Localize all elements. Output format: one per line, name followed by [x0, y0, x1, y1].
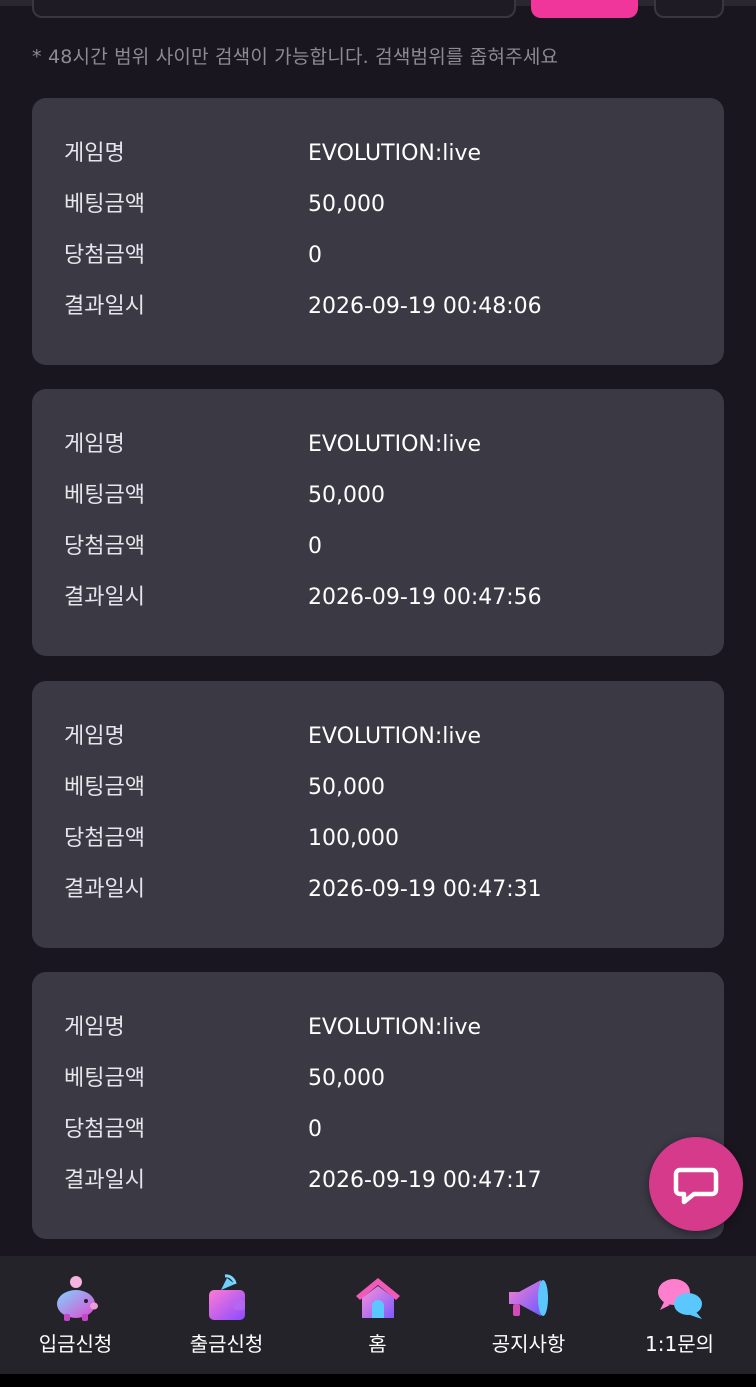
chat-button[interactable]	[649, 1137, 743, 1231]
chat-bubbles-icon	[657, 1279, 702, 1319]
time-label: 결과일시	[64, 585, 145, 610]
bet-label: 베팅금액	[64, 483, 145, 508]
nav-item-notice[interactable]: 공지사항	[453, 1256, 604, 1374]
time-value: 2026-09-19 00:47:17	[308, 1168, 542, 1193]
time-value: 2026-09-19 00:48:06	[308, 294, 542, 319]
home-icon	[355, 1278, 400, 1318]
time-label: 결과일시	[64, 1168, 145, 1193]
chat-icon	[673, 1167, 719, 1205]
bet-label: 베팅금액	[64, 192, 145, 217]
nav-item-withdraw[interactable]: 출금신청	[151, 1256, 302, 1374]
win-label: 당첨금액	[64, 534, 145, 559]
nav-item-inquiry[interactable]: 1:1문의	[604, 1256, 755, 1374]
bet-value: 50,000	[308, 483, 385, 508]
bet-value: 50,000	[308, 1066, 385, 1091]
game-value: EVOLUTION:live	[308, 1015, 482, 1040]
search-button[interactable]	[531, 0, 638, 18]
bet-value: 50,000	[308, 775, 385, 800]
game-value: EVOLUTION:live	[308, 432, 482, 457]
time-value: 2026-09-19 00:47:31	[308, 877, 542, 902]
megaphone-icon	[508, 1280, 548, 1316]
win-value: 0	[308, 534, 322, 559]
bet-history-card: 게임명 EVOLUTION:live 베팅금액 50,000 당첨금액 0 결과일시 2…	[32, 98, 724, 365]
bet-history-card: 게임명 EVOLUTION:live 베팅금액 50,000 당첨금액 0 결과일시 2…	[32, 972, 724, 1239]
search-input[interactable]	[32, 0, 516, 18]
bet-value: 50,000	[308, 192, 385, 217]
bottom-edge	[0, 1374, 756, 1387]
nav-label: 1:1문의	[645, 1332, 714, 1356]
nav-label: 홈	[368, 1332, 387, 1356]
search-range-notice: * 48시간 범위 사이만 검색이 가능합니다. 검색범위를 좁혀주세요	[32, 46, 559, 68]
win-label: 당첨금액	[64, 243, 145, 268]
reset-button[interactable]	[654, 0, 724, 18]
game-label: 게임명	[64, 141, 125, 166]
bet-label: 베팅금액	[64, 775, 145, 800]
nav-item-home[interactable]: 홈	[302, 1256, 453, 1374]
bottom-nav: 입금신청 출금신청 홈 공지사항 1:1문의	[0, 1256, 756, 1374]
win-value: 0	[308, 1117, 322, 1142]
time-label: 결과일시	[64, 294, 145, 319]
bet-history-card: 게임명 EVOLUTION:live 베팅금액 50,000 당첨금액 0 결과일시 2…	[32, 389, 724, 656]
win-value: 100,000	[308, 826, 399, 851]
nav-label: 출금신청	[189, 1332, 264, 1356]
nav-label: 입금신청	[38, 1332, 113, 1356]
piggy-bank-icon	[56, 1276, 98, 1321]
nav-label: 공지사항	[491, 1332, 566, 1356]
game-label: 게임명	[64, 432, 125, 457]
bet-label: 베팅금액	[64, 1066, 145, 1091]
wallet-icon	[208, 1274, 245, 1320]
win-value: 0	[308, 243, 322, 268]
bet-history-card: 게임명 EVOLUTION:live 베팅금액 50,000 당첨금액 100,000…	[32, 681, 724, 948]
time-value: 2026-09-19 00:47:56	[308, 585, 542, 610]
time-label: 결과일시	[64, 877, 145, 902]
nav-item-deposit[interactable]: 입금신청	[0, 1256, 151, 1374]
game-label: 게임명	[64, 1015, 125, 1040]
game-label: 게임명	[64, 724, 125, 749]
game-value: EVOLUTION:live	[308, 724, 482, 749]
win-label: 당첨금액	[64, 826, 145, 851]
game-value: EVOLUTION:live	[308, 141, 482, 166]
win-label: 당첨금액	[64, 1117, 145, 1142]
